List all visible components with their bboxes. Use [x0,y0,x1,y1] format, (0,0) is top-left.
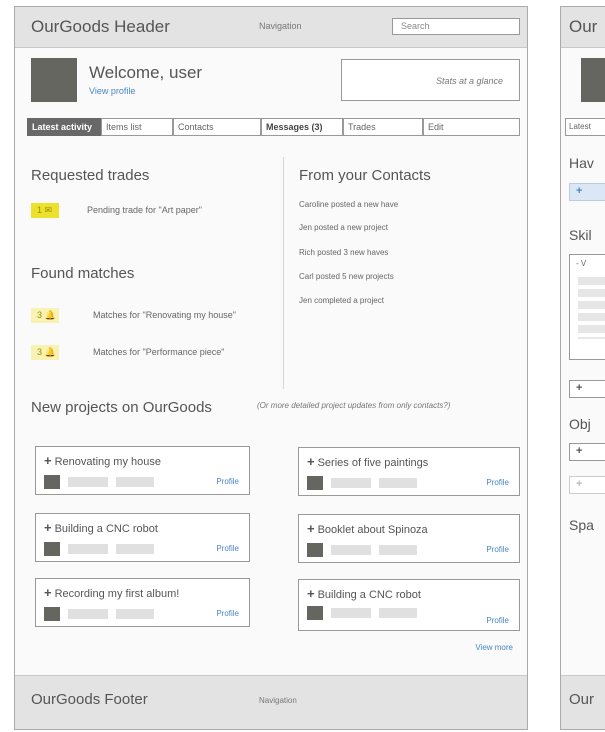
contact-activity-item[interactable]: Rich posted 3 new haves [299,248,388,257]
project-title[interactable]: Building a CNC robot [318,589,421,601]
match-text[interactable]: Matches for "Renovating my house" [93,310,236,320]
footer-navigation[interactable]: Navigation [259,696,297,705]
skills-list[interactable]: - V [569,254,605,360]
placeholder-list [578,277,605,339]
contact-activity-item[interactable]: Jen completed a project [299,296,384,305]
site-footer: Our [561,675,605,729]
project-thumbnail [44,475,60,489]
requested-trades-title: Requested trades [31,167,150,184]
tab-latest-activity[interactable]: Latest activity [27,118,101,136]
placeholder-bar [68,609,108,619]
plus-icon[interactable]: + [307,454,315,469]
found-matches-title: Found matches [31,265,135,282]
placeholder-bar [379,608,417,618]
footer-title: Our [569,691,595,708]
project-card[interactable]: + Series of five paintings Profile [298,447,520,496]
header-navigation[interactable]: Navigation [259,21,302,31]
project-card[interactable]: + Building a CNC robot Profile [298,579,520,631]
column-divider [283,157,284,389]
placeholder-bar [68,477,108,487]
projects-note: (Or more detailed project updates from o… [257,401,451,410]
new-projects-title: New projects on OurGoods [31,399,212,416]
add-object-button[interactable]: + [569,443,605,461]
placeholder-bar [379,478,417,488]
trade-count-badge[interactable]: 1 ✉ [31,203,59,218]
skills-select[interactable]: - V [576,259,586,268]
placeholder-bar [116,544,154,554]
placeholder-bar [68,544,108,554]
match-count-badge[interactable]: 3 🔔 [31,308,59,323]
tab-messages[interactable]: Messages (3) [261,118,343,136]
contact-activity-item[interactable]: Caroline posted a new have [299,200,398,209]
project-title[interactable]: Renovating my house [55,456,161,468]
project-card[interactable]: + Booklet about Spinoza Profile [298,514,520,563]
tab-edit[interactable]: Edit [423,118,520,136]
project-title[interactable]: Booklet about Spinoza [318,524,428,536]
tab-bar: Latest activity Items list Contacts Mess… [27,118,520,136]
add-disabled-button[interactable]: + [569,476,605,494]
match-text[interactable]: Matches for "Performance piece" [93,347,224,357]
contact-activity-item[interactable]: Carl posted 5 new projects [299,272,394,281]
skills-title: Skil [569,227,592,243]
tab-latest[interactable]: Latest [565,118,605,136]
spaces-title: Spa [569,517,594,533]
project-thumbnail [44,607,60,621]
placeholder-bar [331,608,371,618]
placeholder-bar [116,609,154,619]
add-skill-button[interactable]: + [569,380,605,398]
footer-title: OurGoods Footer [31,691,148,708]
project-thumbnail [307,476,323,490]
placeholder-bar [331,545,371,555]
project-card[interactable]: + Recording my first album! Profile [35,578,250,627]
placeholder-bar [116,477,154,487]
profile-link[interactable]: Profile [216,609,239,618]
view-profile-link[interactable]: View profile [89,86,135,96]
project-title[interactable]: Series of five paintings [318,457,429,469]
placeholder-bar [379,545,417,555]
plus-icon[interactable]: + [307,586,315,601]
pending-trade-text[interactable]: Pending trade for "Art paper" [87,205,202,215]
stats-box: Stats at a glance [341,59,520,101]
tab-items-list[interactable]: Items list [101,118,173,136]
project-title[interactable]: Recording my first album! [55,588,180,600]
site-footer: OurGoods Footer Navigation [15,675,527,729]
plus-icon[interactable]: + [44,453,52,468]
site-header: Our [561,7,605,48]
avatar [581,58,605,102]
profile-link[interactable]: Profile [216,544,239,553]
header-title: Our [569,17,598,36]
add-have-button[interactable]: + [569,183,605,201]
objects-title: Obj [569,416,591,432]
avatar [31,58,77,102]
placeholder-bar [331,478,371,488]
dashboard-wireframe: OurGoods Header Navigation Search Welcom… [14,6,528,730]
view-more-link[interactable]: View more [475,643,513,652]
project-thumbnail [307,543,323,557]
project-thumbnail [44,542,60,556]
contacts-title: From your Contacts [299,167,431,184]
site-header: OurGoods Header Navigation Search [15,7,527,48]
project-thumbnail [307,606,323,620]
tab-contacts[interactable]: Contacts [173,118,261,136]
match-count-badge[interactable]: 3 🔔 [31,345,59,360]
tab-trades[interactable]: Trades [343,118,423,136]
profile-link[interactable]: Profile [486,545,509,554]
profile-link[interactable]: Profile [486,616,509,625]
search-input[interactable]: Search [392,18,520,35]
plus-icon[interactable]: + [44,585,52,600]
plus-icon[interactable]: + [44,520,52,535]
profile-wireframe-partial: Our Latest Hav + Skil - V + Obj + + Spa … [560,6,605,730]
header-title: OurGoods Header [31,17,170,36]
profile-link[interactable]: Profile [216,477,239,486]
welcome-title: Welcome, user [89,63,203,82]
project-card[interactable]: + Renovating my house Profile [35,446,250,495]
haves-title: Hav [569,155,594,171]
contact-activity-item[interactable]: Jen posted a new project [299,223,388,232]
project-title[interactable]: Building a CNC robot [55,523,158,535]
project-card[interactable]: + Building a CNC robot Profile [35,513,250,562]
plus-icon[interactable]: + [307,521,315,536]
profile-link[interactable]: Profile [486,478,509,487]
